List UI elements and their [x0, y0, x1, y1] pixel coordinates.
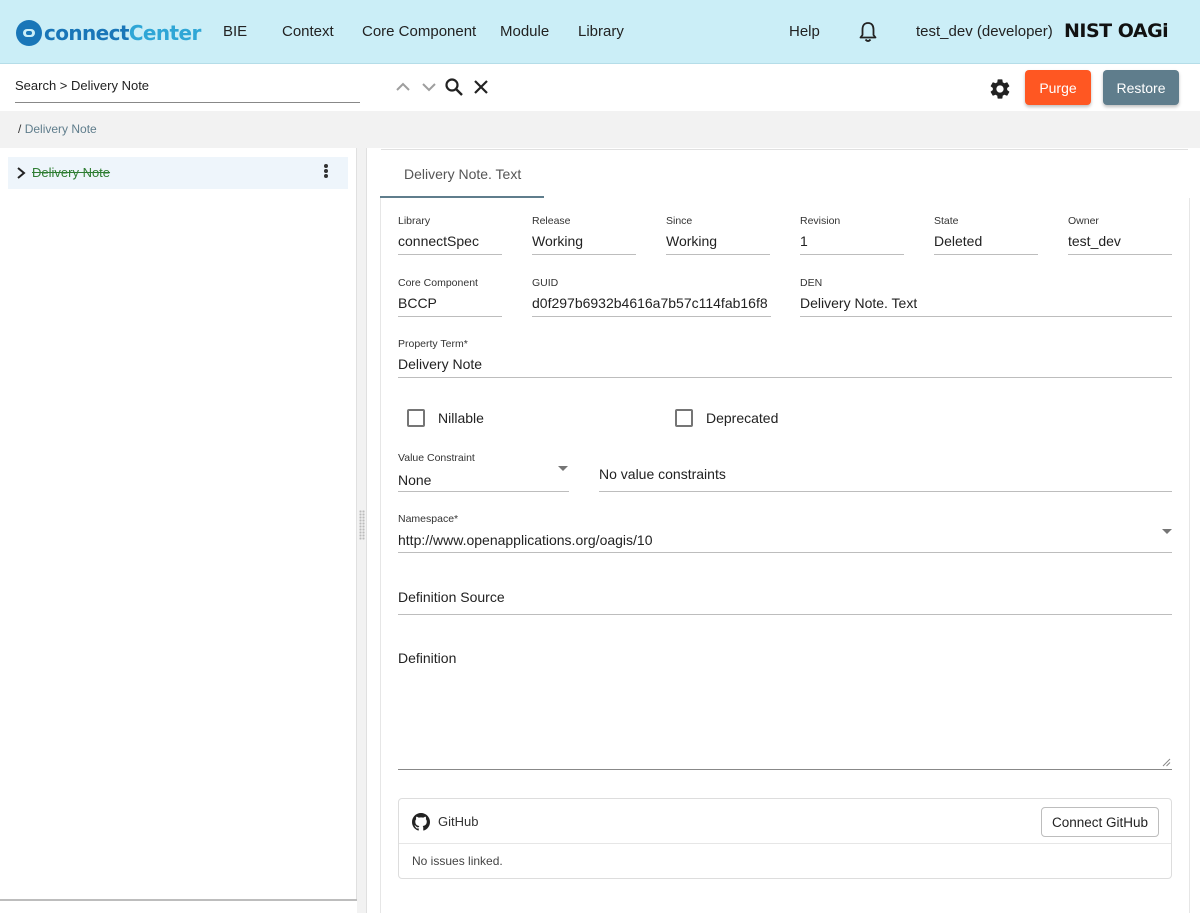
- tab-delivery-note-text[interactable]: Delivery Note. Text: [380, 148, 544, 198]
- state-field[interactable]: State Deleted: [934, 215, 1038, 255]
- value-constraint-select[interactable]: Value Constraint None: [398, 452, 569, 492]
- detail-form: Library connectSpec Release Working Sinc…: [380, 198, 1190, 913]
- github-icon: [412, 813, 430, 831]
- connect-github-button[interactable]: Connect GitHub: [1041, 807, 1159, 837]
- namespace-value: http://www.openapplications.org/oagis/10: [398, 532, 653, 548]
- restore-button[interactable]: Restore: [1103, 70, 1179, 105]
- definition-textarea[interactable]: Definition: [398, 636, 1172, 770]
- value-constraint-note-field[interactable]: No value constraints: [599, 452, 1172, 492]
- core-component-label: Core Component: [398, 277, 478, 289]
- more-vert-icon[interactable]: [322, 164, 330, 182]
- brand-part2: Center: [128, 21, 201, 45]
- value-constraint-note: No value constraints: [599, 466, 726, 482]
- nav-help[interactable]: Help: [789, 23, 820, 40]
- namespace-select[interactable]: Namespace* http://www.openapplications.o…: [398, 513, 1172, 553]
- property-term-label: Property Term*: [398, 338, 468, 350]
- bell-icon[interactable]: [858, 21, 878, 43]
- tab-label: Delivery Note. Text: [404, 166, 522, 182]
- chevron-up-icon[interactable]: [393, 77, 413, 97]
- den-value: Delivery Note. Text: [800, 295, 918, 311]
- tree-node-label[interactable]: Delivery Note: [32, 165, 110, 180]
- github-panel: GitHub Connect GitHub No issues linked.: [398, 798, 1172, 879]
- nillable-checkbox[interactable]: [407, 409, 425, 427]
- brand-part1: connect: [44, 21, 129, 45]
- definition-source-label: Definition Source: [398, 589, 505, 605]
- github-title: GitHub: [438, 814, 479, 829]
- value-constraint-value: None: [398, 472, 432, 488]
- nist-oagi-logo: NIST OAGi: [1064, 20, 1169, 42]
- release-value: Working: [532, 233, 584, 249]
- owner-value: test_dev: [1068, 233, 1121, 249]
- nav-core-component[interactable]: Core Component: [362, 23, 476, 40]
- tree-node[interactable]: Delivery Note: [8, 157, 348, 189]
- state-value: Deleted: [934, 233, 983, 249]
- top-nav-bar: connectCenter BIE Context Core Component…: [0, 0, 1200, 64]
- den-label: DEN: [800, 277, 823, 289]
- dropdown-caret-icon[interactable]: [558, 466, 568, 471]
- deprecated-label[interactable]: Deprecated: [706, 410, 778, 426]
- resize-handle-icon[interactable]: [1162, 758, 1171, 767]
- user-menu[interactable]: test_dev (developer): [916, 23, 1053, 40]
- tree-panel: Delivery Note: [0, 148, 357, 900]
- revision-field[interactable]: Revision 1: [800, 215, 904, 255]
- nav-library[interactable]: Library: [578, 23, 624, 40]
- library-label: Library: [398, 215, 431, 227]
- property-term-field[interactable]: Property Term* Delivery Note: [398, 338, 1172, 378]
- detail-panel: Delivery Note. Text Library connectSpec …: [367, 148, 1200, 913]
- purge-button[interactable]: Purge: [1025, 70, 1091, 105]
- value-constraint-label: Value Constraint: [398, 452, 475, 464]
- logo-icon: [16, 20, 42, 46]
- dropdown-caret-icon[interactable]: [1162, 529, 1172, 534]
- nav-module[interactable]: Module: [500, 23, 549, 40]
- since-field[interactable]: Since Working: [666, 215, 770, 255]
- definition-source-field[interactable]: Definition Source: [398, 575, 1172, 615]
- release-label: Release: [532, 215, 571, 227]
- namespace-label: Namespace*: [398, 513, 459, 525]
- library-value: connectSpec: [398, 233, 479, 249]
- revision-value: 1: [800, 233, 808, 249]
- nillable-label[interactable]: Nillable: [438, 410, 484, 426]
- search-underline: [15, 102, 360, 103]
- breadcrumb-separator: /: [18, 122, 22, 136]
- core-component-field[interactable]: Core Component BCCP: [398, 277, 502, 317]
- since-label: Since: [666, 215, 693, 227]
- gear-icon[interactable]: [988, 77, 1012, 101]
- guid-value: d0f297b6932b4616a7b57c114fab16f8: [532, 295, 768, 311]
- github-panel-header: GitHub Connect GitHub: [399, 799, 1171, 844]
- app-logo[interactable]: connectCenter: [16, 19, 201, 47]
- property-term-value: Delivery Note: [398, 356, 483, 372]
- owner-field[interactable]: Owner test_dev: [1068, 215, 1172, 255]
- state-label: State: [934, 215, 959, 227]
- since-value: Working: [666, 233, 718, 249]
- owner-label: Owner: [1068, 215, 1099, 227]
- guid-label: GUID: [532, 277, 559, 289]
- release-field[interactable]: Release Working: [532, 215, 636, 255]
- nav-context[interactable]: Context: [282, 23, 334, 40]
- splitter-grip-icon[interactable]: [359, 510, 365, 540]
- search-path-text[interactable]: Search > Delivery Note: [15, 78, 149, 93]
- github-empty-message: No issues linked.: [412, 854, 503, 868]
- deprecated-checkbox[interactable]: [675, 409, 693, 427]
- nav-bie[interactable]: BIE: [223, 23, 247, 40]
- chevron-right-icon[interactable]: [16, 167, 26, 179]
- breadcrumb: / Delivery Note: [0, 111, 1200, 148]
- breadcrumb-current[interactable]: Delivery Note: [25, 122, 97, 136]
- chevron-down-icon[interactable]: [419, 77, 439, 97]
- search-icon[interactable]: [444, 77, 464, 97]
- tree-panel-bottom-border: [0, 899, 357, 901]
- close-icon[interactable]: [471, 77, 491, 97]
- definition-label: Definition: [398, 650, 457, 666]
- panel-splitter[interactable]: [357, 148, 367, 913]
- guid-field[interactable]: GUID d0f297b6932b4616a7b57c114fab16f8: [532, 277, 771, 317]
- den-field[interactable]: DEN Delivery Note. Text: [800, 277, 1172, 317]
- core-component-value: BCCP: [398, 295, 437, 311]
- library-field[interactable]: Library connectSpec: [398, 215, 502, 255]
- revision-label: Revision: [800, 215, 841, 227]
